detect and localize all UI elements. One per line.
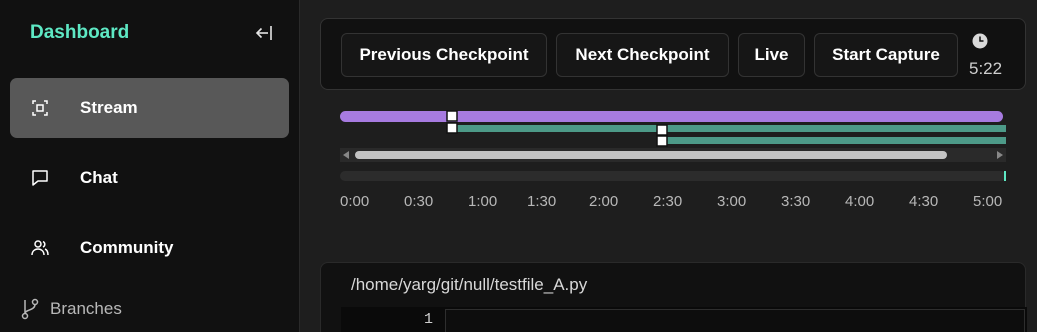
sub-branch-bar[interactable] (452, 125, 1006, 132)
community-icon (30, 238, 50, 258)
sidebar-item-label: Branches (50, 299, 122, 318)
main-branch-bar[interactable] (340, 111, 1003, 122)
timeline: 0:00 0:30 1:00 1:30 2:00 2:30 3:00 3:30 … (340, 108, 1008, 218)
sidebar-item-chat[interactable]: Chat (10, 148, 289, 208)
line-number: 1 (423, 311, 433, 328)
elapsed-time: 5:22 (969, 59, 1003, 78)
scroll-left-icon[interactable] (342, 151, 350, 159)
stream-icon (30, 98, 50, 118)
time-tick: 0:30 (404, 193, 434, 210)
sidebar-item-label: Chat (80, 168, 118, 187)
playhead-marker[interactable] (1004, 171, 1006, 181)
next-checkpoint-button[interactable]: Next Checkpoint (556, 33, 729, 77)
checkpoint-marker[interactable] (446, 122, 458, 134)
time-tick: 4:00 (845, 193, 875, 210)
checkpoint-marker[interactable] (656, 124, 668, 136)
file-path: /home/yarg/git/null/testfile_A.py (351, 275, 588, 294)
clock-icon (972, 33, 988, 49)
collapse-left-icon (255, 26, 272, 40)
time-tick: 1:30 (527, 193, 557, 210)
timeline-scrollbar[interactable] (340, 148, 1006, 162)
checkpoint-marker[interactable] (446, 110, 458, 122)
time-tick: 2:30 (653, 193, 683, 210)
brand-title: Dashboard (30, 22, 130, 43)
time-tick: 0:00 (340, 193, 370, 210)
sidebar-item-community[interactable]: Community (10, 218, 289, 278)
time-tick: 3:00 (717, 193, 747, 210)
code-editor: /home/yarg/git/null/testfile_A.py 1 (320, 262, 1027, 332)
start-capture-button[interactable]: Start Capture (814, 33, 958, 77)
checkpoint-toolbar: Previous Checkpoint Next Checkpoint Live… (320, 18, 1026, 90)
time-tick: 1:00 (468, 193, 498, 210)
live-button[interactable]: Live (738, 33, 805, 77)
scroll-right-icon[interactable] (996, 151, 1004, 159)
chat-icon (30, 168, 50, 188)
code-line-input[interactable] (445, 309, 1025, 332)
time-tick: 3:30 (781, 193, 811, 210)
time-tick: 4:30 (909, 193, 939, 210)
sidebar-item-stream[interactable]: Stream (10, 78, 289, 138)
previous-checkpoint-button[interactable]: Previous Checkpoint (341, 33, 547, 77)
branch-icon (21, 298, 39, 320)
collapse-sidebar-button[interactable] (254, 24, 274, 42)
time-tick: 2:00 (589, 193, 619, 210)
branch-graph (340, 110, 1006, 147)
playback-progress-track[interactable] (340, 171, 1006, 181)
sub-branch-bar[interactable] (662, 137, 1006, 144)
checkpoint-marker[interactable] (656, 135, 668, 147)
sidebar-item-branches[interactable]: Branches (20, 298, 122, 320)
sidebar-item-label: Stream (80, 98, 138, 117)
time-tick: 5:00 (973, 193, 1003, 210)
sidebar: Dashboard Stream Chat Community Branches (0, 0, 300, 332)
scroll-thumb[interactable] (355, 151, 947, 159)
code-area[interactable]: 1 (341, 307, 1027, 332)
sidebar-item-label: Community (80, 238, 174, 257)
